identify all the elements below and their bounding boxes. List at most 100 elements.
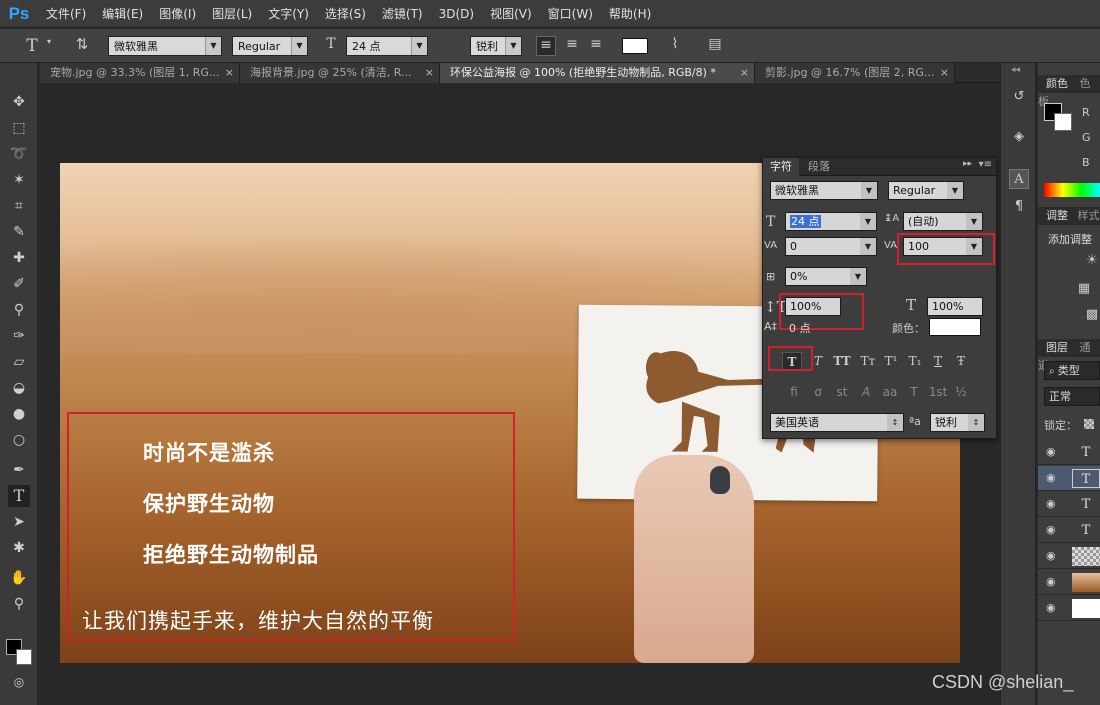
char-antialias-select[interactable]: 锐利 ↕ — [930, 413, 985, 432]
close-icon[interactable]: × — [225, 63, 234, 83]
tab-pet[interactable]: 宠物.jpg @ 33.3% (图层 1, RG... × — [40, 63, 240, 83]
char-kerning-field[interactable]: 0 ▼ — [785, 237, 877, 256]
poster-line-1[interactable]: 时尚不是滥杀 — [143, 437, 275, 467]
blur-tool-icon[interactable]: ● — [8, 403, 30, 425]
quick-mask-icon[interactable]: ◎ — [8, 671, 30, 693]
superscript-button[interactable]: T¹ — [881, 352, 901, 370]
font-family-select[interactable]: 微软雅黑 ▼ — [108, 36, 222, 56]
poster-line-3[interactable]: 拒绝野生动物制品 — [143, 539, 319, 569]
char-leading-field[interactable]: (自动) ▼ — [903, 212, 983, 231]
tab-color[interactable]: 颜色 — [1038, 77, 1068, 90]
tab-layers[interactable]: 图层 — [1038, 341, 1068, 354]
warp-text-icon[interactable]: ⌇ — [664, 36, 686, 52]
antialias-select[interactable]: 锐利 ▼ — [470, 36, 522, 56]
font-style-select[interactable]: Regular ▼ — [232, 36, 308, 56]
strikethrough-button[interactable]: Ŧ — [951, 352, 971, 370]
collapse-icon[interactable]: ▸▸ — [963, 159, 972, 169]
magic-wand-tool-icon[interactable]: ✶ — [8, 169, 30, 191]
menu-help[interactable]: 帮助(H) — [601, 0, 659, 28]
blend-mode-select[interactable]: 正常 — [1044, 387, 1100, 406]
char-color-swatch[interactable] — [929, 318, 981, 336]
char-font-size-field[interactable]: 24 点 ▼ — [785, 212, 877, 231]
background-color-swatch[interactable] — [16, 649, 32, 665]
eraser-tool-icon[interactable]: ▱ — [8, 351, 30, 373]
tab-character[interactable]: 字符 — [763, 158, 799, 176]
align-center-icon[interactable]: ≡ — [562, 36, 582, 52]
close-icon[interactable]: × — [425, 63, 434, 83]
font-size-select[interactable]: 24 点 ▼ — [346, 36, 428, 56]
panel-menu-icon[interactable]: ▾≡ — [979, 159, 992, 170]
menu-file[interactable]: 文件(F) — [38, 0, 94, 28]
character-panel-icon[interactable]: A — [1009, 169, 1029, 189]
eye-icon[interactable]: ◉ — [1046, 497, 1056, 510]
paragraph-panel-icon[interactable]: ¶ — [1009, 197, 1029, 217]
align-right-icon[interactable]: ≡ — [586, 36, 606, 52]
chevron-down-icon[interactable]: ▾ — [44, 37, 54, 46]
ligature-fi-button[interactable]: fi — [784, 383, 804, 401]
eye-icon[interactable]: ◉ — [1046, 471, 1056, 484]
titling-button[interactable]: T — [904, 383, 924, 401]
eye-icon[interactable]: ◉ — [1046, 523, 1056, 536]
levels-icon[interactable]: ▦ — [1074, 279, 1094, 299]
text-color-swatch[interactable] — [622, 38, 648, 54]
menu-type[interactable]: 文字(Y) — [260, 0, 317, 28]
tab-silhouette[interactable]: 剪影.jpg @ 16.7% (图层 2, RG... × — [755, 63, 955, 83]
marquee-tool-icon[interactable]: ⬚ — [8, 117, 30, 139]
eye-icon[interactable]: ◉ — [1046, 575, 1056, 588]
char-tsume-field[interactable]: 0% ▼ — [785, 267, 867, 286]
collapse-icon[interactable]: ◂◂ — [1011, 65, 1020, 75]
hue-icon[interactable]: ▩ — [1082, 305, 1100, 325]
paint-bucket-tool-icon[interactable]: ◒ — [8, 377, 30, 399]
subscript-button[interactable]: T₁ — [905, 352, 925, 370]
char-font-style-select[interactable]: Regular ▼ — [888, 181, 964, 200]
alt-aa-button[interactable]: aa — [880, 383, 900, 401]
fractions-button[interactable]: ½ — [951, 383, 971, 401]
tab-poster-bg[interactable]: 海报背景.jpg @ 25% (清洁, R... × — [240, 63, 440, 83]
menu-3d[interactable]: 3D(D) — [431, 0, 482, 28]
menu-edit[interactable]: 编辑(E) — [94, 0, 151, 28]
layer-filter-select[interactable]: ⌕ 类型 — [1044, 361, 1100, 380]
color-ramp[interactable] — [1044, 183, 1100, 197]
all-caps-button[interactable]: TT — [831, 352, 853, 370]
menu-window[interactable]: 窗口(W) — [540, 0, 601, 28]
crop-tool-icon[interactable]: ⌗ — [8, 195, 30, 217]
healing-brush-tool-icon[interactable]: ✚ — [8, 247, 30, 269]
ligature-o-button[interactable]: ơ — [808, 383, 828, 401]
ligature-st-button[interactable]: st — [832, 383, 852, 401]
tab-eco-poster[interactable]: 环保公益海报 @ 100% (拒绝野生动物制品, RGB/8) * × — [440, 63, 755, 83]
menu-view[interactable]: 视图(V) — [482, 0, 540, 28]
char-font-family-select[interactable]: 微软雅黑 ▼ — [770, 181, 878, 200]
dodge-tool-icon[interactable]: ○ — [8, 429, 30, 451]
align-left-icon[interactable]: ≡ — [536, 36, 556, 56]
tab-styles[interactable]: 样式 — [1072, 209, 1100, 222]
ordinals-button[interactable]: 1st — [926, 383, 950, 401]
custom-shape-tool-icon[interactable]: ✱ — [8, 537, 30, 559]
layer-row[interactable]: ◉ — [1038, 570, 1100, 595]
char-language-select[interactable]: 美国英语 ↕ — [770, 413, 904, 432]
layer-row[interactable]: ◉ — [1038, 596, 1100, 621]
char-horizontal-scale-field[interactable]: 100% — [927, 297, 983, 316]
history-panel-icon[interactable]: ↺ — [1009, 87, 1029, 107]
layer-row[interactable]: ◉ T — [1038, 518, 1100, 543]
poster-line-2[interactable]: 保护野生动物 — [143, 488, 275, 518]
type-tool-preset-icon[interactable]: T — [20, 36, 44, 56]
move-tool-icon[interactable]: ✥ — [8, 91, 30, 113]
menu-layer[interactable]: 图层(L) — [204, 0, 260, 28]
path-selection-tool-icon[interactable]: ➤ — [8, 511, 30, 533]
toggle-text-orientation-icon[interactable]: ⇅ — [70, 35, 94, 53]
clone-stamp-tool-icon[interactable]: ⚲ — [8, 299, 30, 321]
eye-icon[interactable]: ◉ — [1046, 601, 1056, 614]
brightness-icon[interactable]: ☀ — [1082, 251, 1100, 271]
character-panel-toggle-icon[interactable]: ▤ — [704, 36, 726, 52]
type-tool-icon[interactable]: T — [8, 485, 30, 507]
close-icon[interactable]: × — [940, 63, 949, 83]
layer-row[interactable]: ◉ — [1038, 544, 1100, 569]
menu-select[interactable]: 选择(S) — [317, 0, 374, 28]
layer-row-selected[interactable]: ◉ T — [1038, 466, 1100, 491]
small-caps-button[interactable]: Tт — [857, 352, 879, 370]
lock-transparency-icon[interactable] — [1084, 419, 1094, 429]
eye-icon[interactable]: ◉ — [1046, 445, 1056, 458]
char-baseline-value[interactable]: 0 点 — [789, 320, 811, 336]
3d-panel-icon[interactable]: ◈ — [1009, 127, 1029, 147]
menu-image[interactable]: 图像(I) — [151, 0, 204, 28]
